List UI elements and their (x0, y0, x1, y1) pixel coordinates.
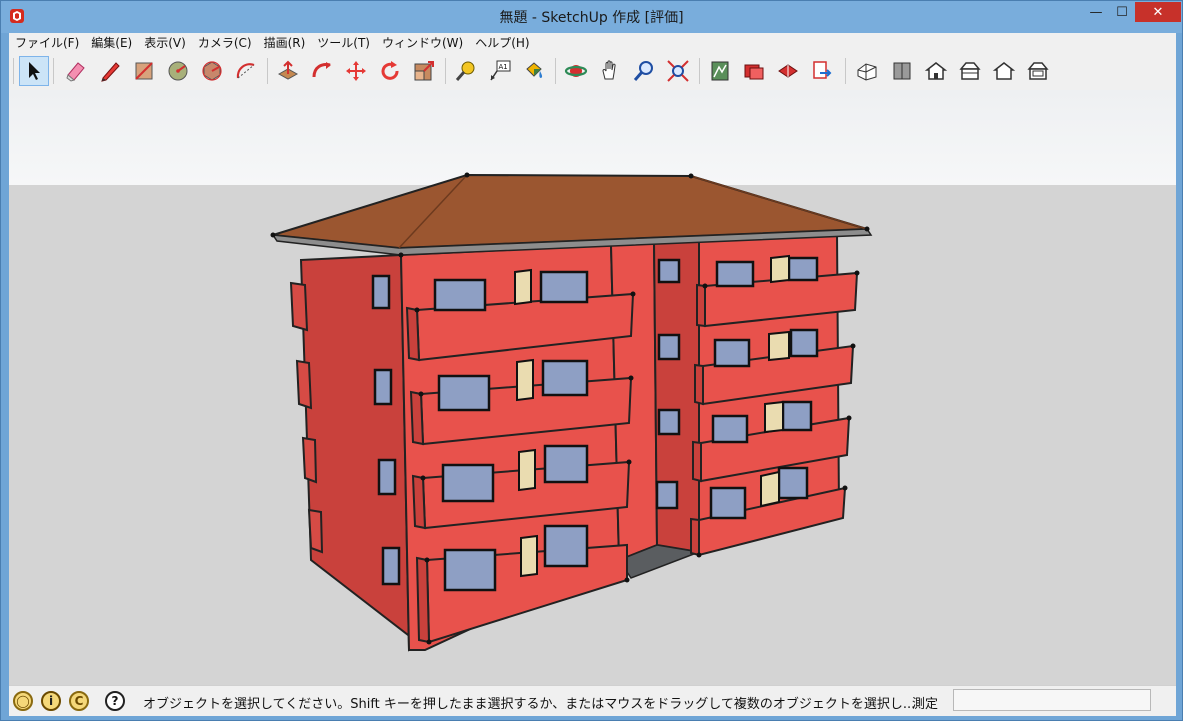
follow-me-tool-button[interactable] (307, 56, 337, 86)
rotate-icon (381, 61, 399, 80)
polygon-icon (202, 61, 222, 81)
svg-text:A1: A1 (499, 63, 508, 71)
eraser-icon (66, 62, 85, 82)
maximize-icon: ☐ (1116, 4, 1128, 20)
text-tool-button[interactable]: A1 (485, 56, 515, 86)
line-tool-button[interactable] (95, 56, 125, 86)
rectangle-icon (135, 62, 153, 80)
help-icon[interactable]: ? (105, 691, 125, 711)
select-arrow-icon (29, 62, 40, 80)
minimize-icon: — (1089, 4, 1103, 20)
measurements-label: 測定 (912, 697, 939, 712)
iso-house-icon (857, 63, 877, 81)
menu-draw[interactable]: 描画(R) (258, 34, 312, 51)
left-house-icon (1027, 62, 1049, 80)
push-pull-icon (277, 60, 299, 80)
pan-tool-button[interactable] (595, 56, 625, 86)
share-model-icon (778, 64, 798, 78)
text-label-icon: A1 (490, 60, 511, 81)
title-bar[interactable]: 無題 - SketchUp 作成 [評価] — ☐ ✕ (1, 1, 1182, 33)
app-window: 無題 - SketchUp 作成 [評価] — ☐ ✕ ファイル(F) 編集(E… (0, 0, 1183, 721)
3d-warehouse-button[interactable] (705, 56, 735, 86)
back-house-icon (992, 62, 1016, 80)
follow-me-icon (312, 62, 331, 78)
zoom-tool-button[interactable] (629, 56, 659, 86)
select-tool-button[interactable] (19, 56, 49, 86)
maximize-button[interactable]: ☐ (1109, 2, 1135, 22)
arc-icon (236, 63, 255, 79)
toolbar-separator (845, 58, 846, 84)
menu-camera[interactable]: カメラ(C) (192, 34, 258, 51)
hand-icon (602, 60, 616, 80)
eraser-tool-button[interactable] (61, 56, 91, 86)
toolbar-separator (555, 58, 556, 84)
share-model-button[interactable] (773, 56, 803, 86)
right-house-icon (959, 62, 981, 80)
zoom-extents-tool-button[interactable] (663, 56, 693, 86)
move-tool-button[interactable] (341, 56, 371, 86)
circle-tool-button[interactable] (163, 56, 193, 86)
toolbar-separator (699, 58, 700, 84)
toolbar-grip (13, 58, 14, 84)
top-view-icon (893, 62, 911, 80)
3d-viewport[interactable] (9, 90, 1176, 685)
user-icon[interactable]: C (69, 691, 89, 711)
orbit-tool-button[interactable] (561, 56, 591, 86)
menu-bar: ファイル(F) 編集(E) 表示(V) カメラ(C) 描画(R) ツール(T) … (9, 33, 1176, 52)
menu-tools[interactable]: ツール(T) (311, 34, 376, 51)
rotate-tool-button[interactable] (375, 56, 405, 86)
circle-icon (168, 61, 188, 81)
menu-edit[interactable]: 編集(E) (85, 34, 138, 51)
menu-help[interactable]: ヘルプ(H) (469, 34, 535, 51)
measurements-field[interactable] (953, 689, 1151, 711)
send-to-layout-button[interactable] (807, 56, 837, 86)
magnifier-icon (633, 61, 653, 81)
move-icon (346, 61, 366, 81)
right-view-button[interactable] (955, 56, 985, 86)
status-hint: オブジェクトを選択してください。Shift キーを押したまま選択するか、またはマ… (143, 697, 916, 712)
send-to-layout-icon (813, 61, 832, 79)
menu-file[interactable]: ファイル(F) (9, 34, 85, 51)
credits-icon[interactable]: i (41, 691, 61, 711)
top-view-button[interactable] (887, 56, 917, 86)
tape-measure-icon (455, 61, 475, 81)
pencil-icon (101, 62, 120, 82)
close-icon: ✕ (1152, 4, 1164, 20)
status-bar: ◯ i C ? オブジェクトを選択してください。Shift キーを押したまま選択… (9, 685, 1176, 716)
minimize-button[interactable]: — (1083, 2, 1109, 22)
back-view-button[interactable] (989, 56, 1019, 86)
toolbar-separator (53, 58, 54, 84)
front-house-icon (924, 62, 948, 80)
scale-icon (414, 61, 434, 81)
extension-warehouse-icon (744, 64, 764, 80)
scale-tool-button[interactable] (409, 56, 439, 86)
paint-bucket-icon (526, 62, 543, 78)
front-view-button[interactable] (921, 56, 951, 86)
menu-view[interactable]: 表示(V) (138, 34, 192, 51)
window-title: 無題 - SketchUp 作成 [評価] (499, 10, 684, 26)
extension-warehouse-button[interactable] (739, 56, 769, 86)
zoom-extents-icon (667, 60, 689, 82)
toolbar-separator (267, 58, 268, 84)
main-toolbar: A1 (9, 52, 1176, 91)
geolocation-icon[interactable]: ◯ (13, 691, 33, 711)
menu-window[interactable]: ウィンドウ(W) (376, 34, 469, 51)
apartment-building-model[interactable] (9, 90, 1176, 685)
left-view-button[interactable] (1023, 56, 1053, 86)
tape-measure-tool-button[interactable] (451, 56, 481, 86)
iso-view-button[interactable] (853, 56, 883, 86)
close-button[interactable]: ✕ (1135, 2, 1181, 22)
polygon-tool-button[interactable] (197, 56, 227, 86)
toolbar-separator (445, 58, 446, 84)
paint-bucket-tool-button[interactable] (519, 56, 549, 86)
push-pull-tool-button[interactable] (273, 56, 303, 86)
orbit-icon (564, 65, 588, 77)
arc-tool-button[interactable] (231, 56, 261, 86)
rectangle-tool-button[interactable] (129, 56, 159, 86)
warehouse-icon (711, 61, 729, 81)
